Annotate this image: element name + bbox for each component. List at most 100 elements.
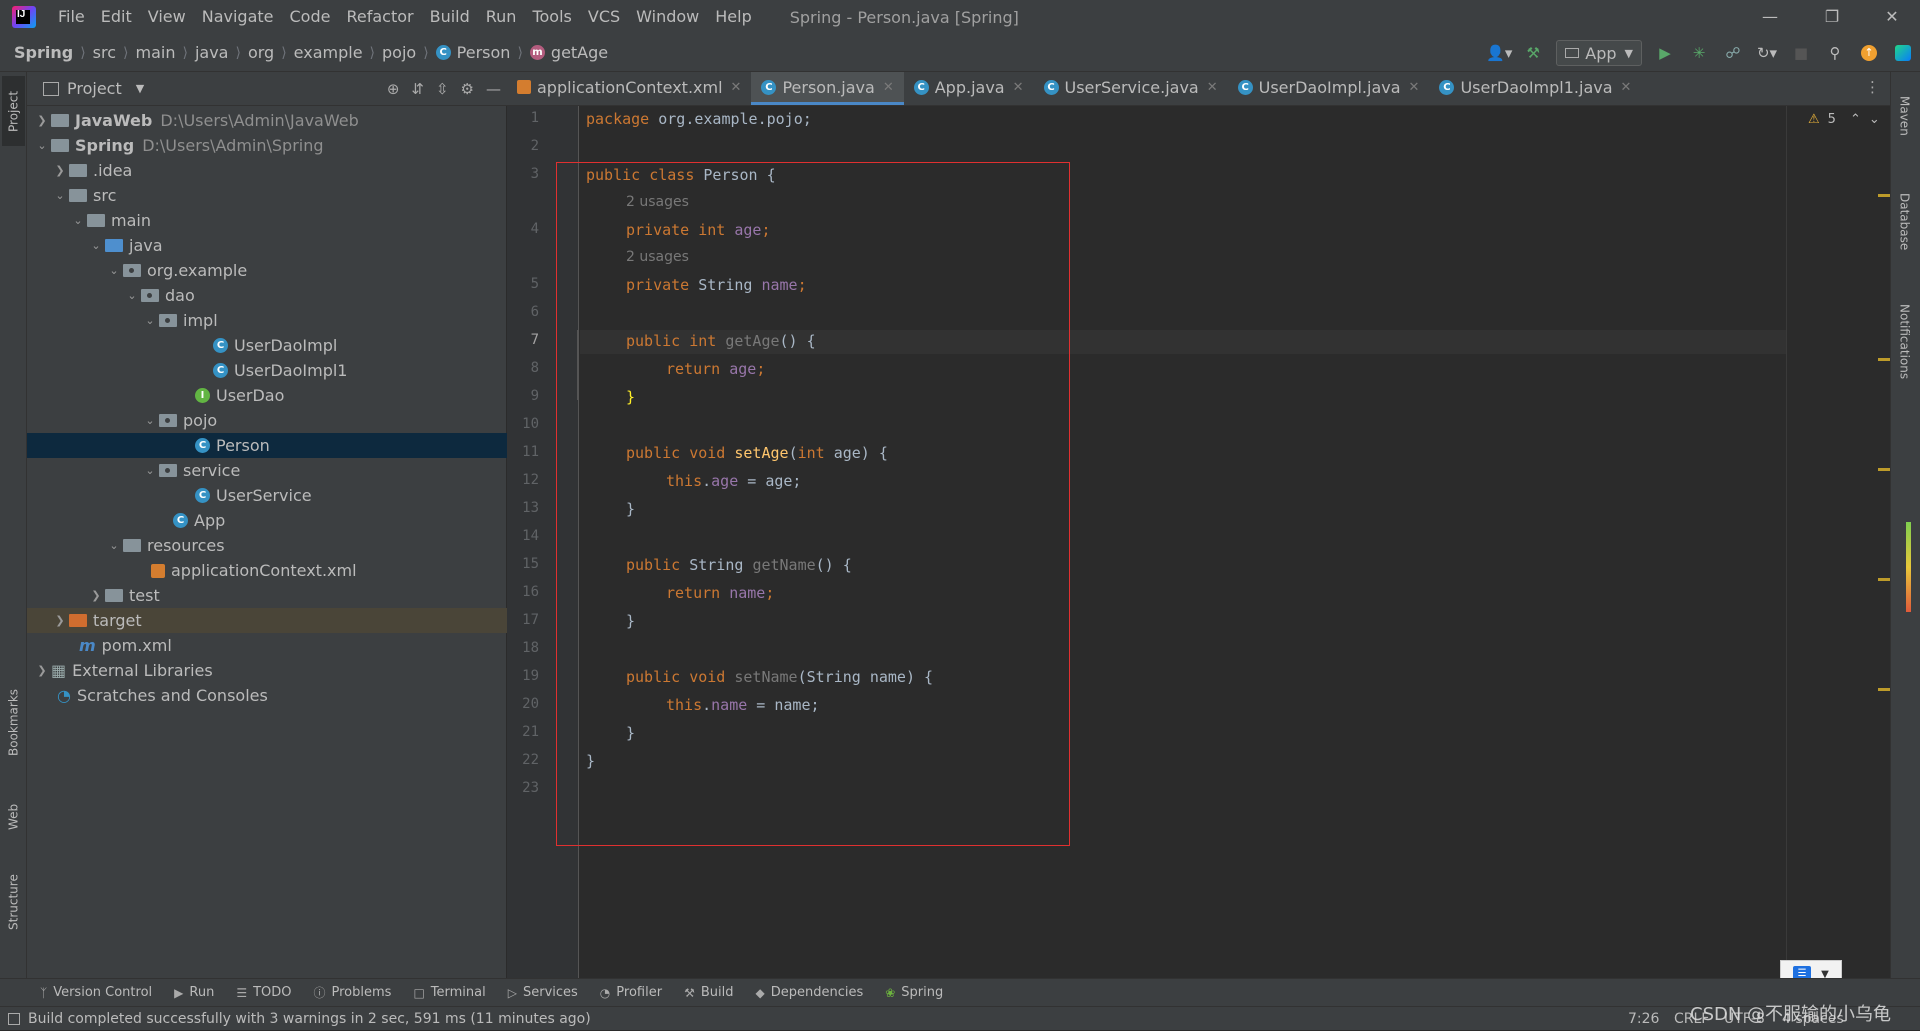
chevron-down-icon[interactable]: ⌄ xyxy=(87,239,105,252)
menu-refactor[interactable]: Refactor xyxy=(338,0,421,34)
tree-item-spring[interactable]: ⌄ Spring D:\Users\Admin\Spring xyxy=(27,133,507,158)
tree-item-src[interactable]: ⌄ src xyxy=(27,183,507,208)
tool-tab-spring[interactable]: ❀ Spring xyxy=(885,985,943,1000)
crumb-src[interactable]: src xyxy=(93,43,116,62)
locate-file-icon[interactable]: ⊕ xyxy=(387,80,400,98)
menu-window[interactable]: Window xyxy=(628,0,707,34)
inspection-widget[interactable]: ⚠ 5 ⌃ ⌄ xyxy=(1808,112,1880,127)
tree-item-userservice[interactable]: C UserService xyxy=(27,483,507,508)
tool-tab-todo[interactable]: ☰ TODO xyxy=(236,985,291,1000)
tool-tab-terminal[interactable]: □ Terminal xyxy=(413,985,485,1000)
tool-tab-run[interactable]: ▶ Run xyxy=(174,985,214,1000)
close-icon[interactable]: ✕ xyxy=(883,80,894,95)
tool-tab-build[interactable]: ⚒ Build xyxy=(684,985,733,1000)
collapse-all-icon[interactable]: ⇳ xyxy=(436,80,449,98)
tool-tab-structure[interactable]: Structure xyxy=(2,862,25,942)
user-account-icon[interactable]: 👤▾ xyxy=(1482,39,1516,67)
coverage-icon[interactable]: ☍ xyxy=(1716,39,1750,67)
chevron-right-icon[interactable]: ❯ xyxy=(51,164,69,177)
menu-file[interactable]: File xyxy=(50,0,93,34)
tree-item-userdaoimpl1[interactable]: C UserDaoImpl1 xyxy=(27,358,507,383)
tree-item-dao[interactable]: ⌄ dao xyxy=(27,283,507,308)
crumb-person[interactable]: Person xyxy=(457,43,511,62)
debug-icon[interactable]: ✳ xyxy=(1682,39,1716,67)
menu-navigate[interactable]: Navigate xyxy=(194,0,282,34)
close-icon[interactable]: ✕ xyxy=(1013,80,1024,95)
menu-run[interactable]: Run xyxy=(478,0,525,34)
chevron-down-icon[interactable]: ⌄ xyxy=(69,214,87,227)
tab-userdaoimpl1-java[interactable]: C UserDaoImpl1.java ✕ xyxy=(1429,72,1641,105)
crumb-org[interactable]: org xyxy=(248,43,274,62)
layout-icon[interactable] xyxy=(8,1012,20,1025)
tool-tab-problems[interactable]: ⓘ Problems xyxy=(314,984,392,1001)
tree-item-service[interactable]: ⌄ service xyxy=(27,458,507,483)
tree-item-applicationcontext[interactable]: applicationContext.xml xyxy=(27,558,507,583)
chevron-down-icon[interactable]: ⌄ xyxy=(141,464,159,477)
chevron-down-icon[interactable]: ⌄ xyxy=(51,189,69,202)
close-icon[interactable]: ✕ xyxy=(1621,80,1632,95)
warning-stripe[interactable] xyxy=(1878,578,1890,581)
tree-item-resources[interactable]: ⌄ resources xyxy=(27,533,507,558)
tab-app-java[interactable]: C App.java ✕ xyxy=(904,72,1034,105)
chevron-down-icon[interactable]: ⌄ xyxy=(141,414,159,427)
chevron-right-icon[interactable]: ❯ xyxy=(51,614,69,627)
stop-icon[interactable]: ■ xyxy=(1784,39,1818,67)
tree-item-pom[interactable]: m pom.xml xyxy=(27,633,507,658)
chevron-right-icon[interactable]: ❯ xyxy=(87,589,105,602)
tree-item-person[interactable]: C Person xyxy=(27,433,507,458)
menu-tools[interactable]: Tools xyxy=(524,0,579,34)
tree-item-main[interactable]: ⌄ main xyxy=(27,208,507,233)
tree-item-org-example[interactable]: ⌄ org.example xyxy=(27,258,507,283)
search-icon[interactable]: ⚲ xyxy=(1818,39,1852,67)
tree-item-app[interactable]: C App xyxy=(27,508,507,533)
tool-tab-version-control[interactable]: ᛉ Version Control xyxy=(40,985,152,1000)
warning-stripe[interactable] xyxy=(1878,194,1890,197)
tree-item-test[interactable]: ❯ test xyxy=(27,583,507,608)
close-icon[interactable]: ✕ xyxy=(1409,80,1420,95)
status-message[interactable]: Build completed successfully with 3 warn… xyxy=(28,1011,591,1027)
crumb-main[interactable]: main xyxy=(136,43,176,62)
tree-item-userdaoimpl[interactable]: C UserDaoImpl xyxy=(27,333,507,358)
warning-stripe[interactable] xyxy=(1878,468,1890,471)
tool-tab-web[interactable]: Web xyxy=(2,792,25,842)
menu-vcs[interactable]: VCS xyxy=(580,0,628,34)
run-config-select[interactable]: App ▼ xyxy=(1556,40,1642,66)
tree-item-userdao[interactable]: I UserDao xyxy=(27,383,507,408)
chevron-down-icon[interactable]: ⌄ xyxy=(105,264,123,277)
chevron-down-icon[interactable]: ⌄ xyxy=(33,139,51,152)
restore-button[interactable]: ❐ xyxy=(1804,0,1860,34)
crumb-example[interactable]: example xyxy=(294,43,363,62)
tree-item-idea[interactable]: ❯ .idea xyxy=(27,158,507,183)
chevron-up-icon[interactable]: ⌃ xyxy=(1850,112,1861,127)
tool-tab-notifications[interactable]: Notifications xyxy=(1893,282,1916,402)
gear-icon[interactable]: ⚙ xyxy=(461,80,474,98)
hide-panel-icon[interactable]: — xyxy=(486,80,501,98)
update-icon[interactable]: ↑ xyxy=(1852,39,1886,67)
menu-code[interactable]: Code xyxy=(282,0,339,34)
close-icon[interactable]: ✕ xyxy=(1207,80,1218,95)
expand-all-icon[interactable]: ⇵ xyxy=(411,80,424,98)
menu-help[interactable]: Help xyxy=(707,0,759,34)
caret-position[interactable]: 7:26 xyxy=(1628,1007,1659,1031)
chevron-right-icon[interactable]: ❯ xyxy=(33,114,51,127)
warning-stripe[interactable] xyxy=(1878,688,1890,691)
chevron-down-icon[interactable]: ⌄ xyxy=(105,539,123,552)
menu-build[interactable]: Build xyxy=(422,0,478,34)
tool-tab-maven[interactable]: Maven xyxy=(1893,76,1916,156)
chevron-down-icon[interactable]: ⌄ xyxy=(1869,112,1880,127)
tool-tab-database[interactable]: Database xyxy=(1893,172,1916,272)
chevron-down-icon[interactable]: ⌄ xyxy=(123,289,141,302)
tree-item-scratches[interactable]: ◔ Scratches and Consoles xyxy=(27,683,507,708)
tree-item-java[interactable]: ⌄ java xyxy=(27,233,507,258)
tree-item-target[interactable]: ❯ target xyxy=(27,608,507,633)
menu-edit[interactable]: Edit xyxy=(93,0,140,34)
run-icon[interactable]: ▶ xyxy=(1648,39,1682,67)
crumb-pojo[interactable]: pojo xyxy=(382,43,416,62)
more-tabs-icon[interactable]: ⋮ xyxy=(1865,78,1880,96)
crumb-project[interactable]: Spring xyxy=(14,43,73,62)
tab-userservice-java[interactable]: C UserService.java ✕ xyxy=(1034,72,1228,105)
tree-item-pojo[interactable]: ⌄ pojo xyxy=(27,408,507,433)
profile-icon[interactable]: ↻▾ xyxy=(1750,39,1784,67)
jetbrains-toolbox-icon[interactable] xyxy=(1886,39,1920,67)
crumb-java[interactable]: java xyxy=(195,43,229,62)
